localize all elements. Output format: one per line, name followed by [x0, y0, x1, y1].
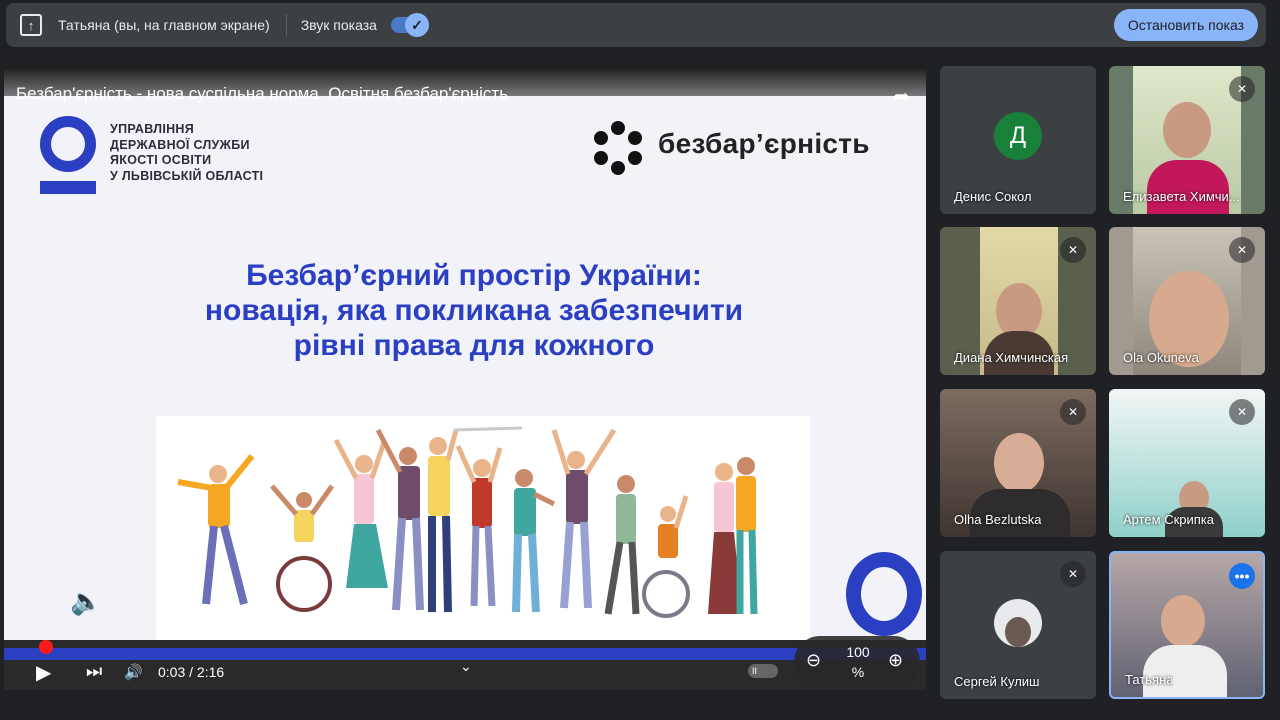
participant-tile[interactable]: Д Денис Сокол — [940, 66, 1096, 214]
zoom-in-icon[interactable]: ⊕ — [888, 650, 903, 671]
sound-toggle[interactable]: ✓ — [390, 13, 429, 37]
stop-presenting-button[interactable]: Остановить показ — [1113, 9, 1258, 41]
participant-face — [1163, 102, 1211, 158]
present-to-all-icon: ↑ — [20, 14, 42, 36]
presenter-label: Татьяна (вы, на главном экране) — [58, 17, 270, 33]
person-1 — [177, 454, 255, 605]
speaker-icon: 🔈 — [70, 586, 103, 616]
person-12 — [736, 457, 758, 615]
participant-name: Ola Okuneva — [1123, 350, 1199, 365]
volume-icon[interactable]: 🔊 — [124, 663, 143, 681]
person-9 — [604, 475, 640, 615]
mic-off-icon: ✕ — [1229, 399, 1255, 425]
more-options-icon[interactable]: ••• — [1229, 563, 1255, 589]
slide-heading: Безбар’єрний простір України: новація, я… — [204, 259, 744, 362]
participant-name: Денис Сокол — [954, 189, 1032, 204]
person-6 — [455, 444, 503, 607]
org-logo-icon — [40, 116, 96, 172]
participant-name: Елизавета Химчи... — [1123, 189, 1240, 204]
participant-name: Диана Химчинская — [954, 350, 1069, 365]
chevron-down-icon[interactable]: ⌄ — [460, 658, 472, 675]
participant-name: Артем Скрипка — [1123, 512, 1215, 527]
participant-tile[interactable]: ✕ Olha Bezlutska — [940, 389, 1096, 537]
person-3 — [333, 438, 388, 588]
participant-tile-self[interactable]: ••• Татьяна — [1109, 551, 1265, 699]
org-logo-bar — [40, 181, 96, 194]
presentation-bar: ↑ Татьяна (вы, на главном экране) Звук п… — [6, 3, 1266, 47]
person-10-wheelchair — [642, 495, 690, 618]
participant-face — [1161, 595, 1205, 647]
participant-tile[interactable]: ✕ Артем Скрипка — [1109, 389, 1265, 537]
participant-body — [1147, 160, 1229, 214]
mic-off-icon: ✕ — [1060, 399, 1086, 425]
people-illustration — [156, 416, 810, 654]
autoplay-toggle[interactable]: II — [748, 664, 778, 678]
video-title[interactable]: Безбар'єрність - нова суспільна норма. О… — [16, 84, 508, 104]
mic-off-icon: ✕ — [1060, 561, 1086, 587]
participant-tile[interactable]: ✕ Елизавета Химчи... — [1109, 66, 1265, 214]
decorative-circle-icon — [846, 552, 922, 636]
participant-name: Сергей Кулиш — [954, 674, 1040, 689]
zoom-control: ⊖ 100 % ⊕ — [794, 636, 920, 688]
participant-tile[interactable]: ✕ Сергей Кулиш — [940, 551, 1096, 699]
mic-off-icon: ✕ — [1229, 76, 1255, 102]
next-icon[interactable]: ⏭ — [86, 661, 102, 682]
video-time: 0:03 / 2:16 — [158, 664, 225, 680]
person-7 — [512, 469, 556, 613]
participant-tile[interactable]: ✕ Ola Okuneva — [1109, 227, 1265, 375]
check-icon: ✓ — [404, 13, 429, 37]
org-name: УПРАВЛІННЯ ДЕРЖАВНОЇ СЛУЖБИ ЯКОСТІ ОСВІТ… — [110, 122, 264, 183]
mic-off-icon: ✕ — [1060, 237, 1086, 263]
brand-text: безбар’єрність — [658, 128, 870, 159]
zoom-out-icon[interactable]: ⊖ — [806, 650, 821, 671]
avatar — [994, 599, 1042, 647]
zoom-value: 100 % — [846, 644, 870, 680]
share-icon[interactable]: ➦ — [893, 84, 910, 109]
participant-tile[interactable]: ✕ Диана Химчинская — [940, 227, 1096, 375]
divider — [285, 14, 287, 36]
participant-name: Olha Bezlutska — [954, 512, 1042, 527]
play-icon[interactable]: ▶ — [36, 660, 51, 685]
sound-label: Звук показа — [300, 17, 377, 33]
shared-video[interactable]: Безбар'єрність - нова суспільна норма. О… — [4, 66, 926, 690]
bezbariernist-logo-icon — [594, 121, 642, 175]
participant-name: Татьяна — [1125, 672, 1174, 687]
person-2-wheelchair — [270, 484, 335, 612]
person-8 — [551, 428, 617, 609]
participant-face — [994, 433, 1044, 493]
avatar: Д — [994, 112, 1042, 160]
mic-off-icon: ✕ — [1229, 237, 1255, 263]
